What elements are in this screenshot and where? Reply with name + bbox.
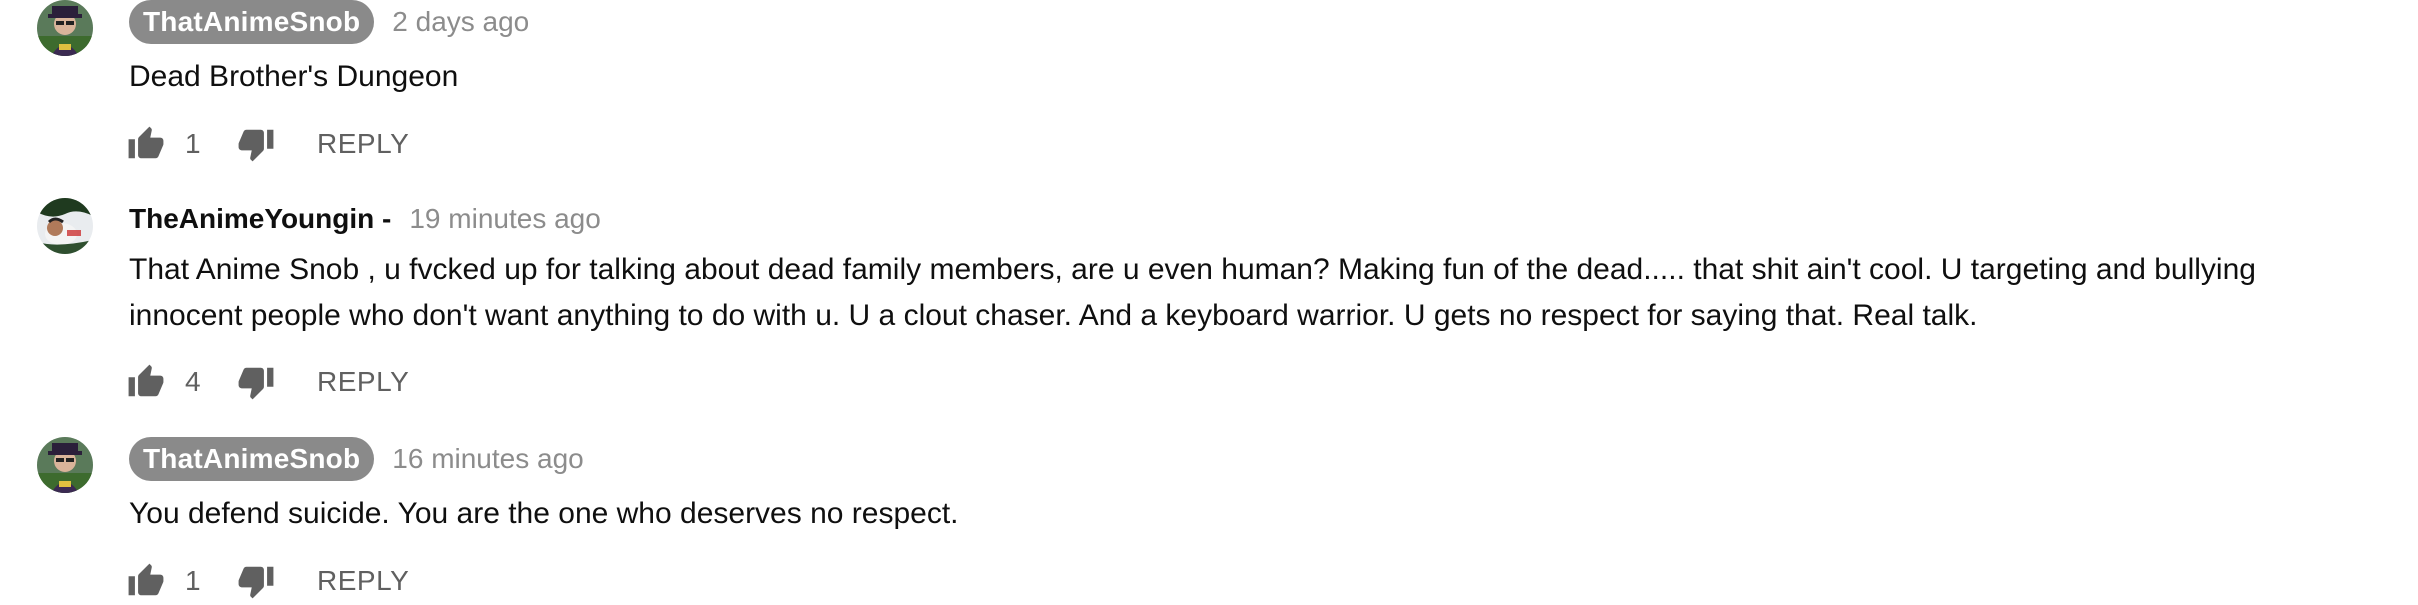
comment-text: You defend suicide. You are the one who … bbox=[129, 497, 959, 530]
snob-avatar-icon bbox=[37, 437, 93, 493]
author-name[interactable]: TheAnimeYoungin - bbox=[129, 197, 391, 241]
avatar[interactable] bbox=[37, 198, 93, 254]
comment-header: TheAnimeYoungin - 19 minutes ago bbox=[129, 197, 601, 241]
comment-text: That Anime Snob , u fvcked up for talkin… bbox=[129, 253, 2256, 332]
comment-header: ThatAnimeSnob 2 days ago bbox=[129, 0, 529, 44]
reply-button[interactable]: REPLY bbox=[317, 565, 409, 597]
comment-text: Dead Brother's Dungeon bbox=[129, 60, 459, 93]
like-count: 4 bbox=[185, 366, 201, 397]
comment-actions: 1 REPLY bbox=[127, 120, 409, 168]
youngin-avatar-icon bbox=[37, 198, 93, 254]
avatar[interactable] bbox=[37, 437, 93, 493]
like-count: 1 bbox=[185, 128, 201, 159]
author-name-badge[interactable]: ThatAnimeSnob bbox=[129, 0, 375, 44]
author-name-badge[interactable]: ThatAnimeSnob bbox=[129, 437, 375, 481]
comment-timestamp[interactable]: 2 days ago bbox=[392, 0, 529, 44]
comment-timestamp[interactable]: 16 minutes ago bbox=[392, 437, 583, 481]
reply-button[interactable]: REPLY bbox=[317, 366, 409, 398]
thumbs-down-icon[interactable] bbox=[237, 125, 275, 163]
comment-timestamp[interactable]: 19 minutes ago bbox=[409, 197, 600, 241]
comment-actions: 4 REPLY bbox=[127, 358, 409, 406]
comment-header: ThatAnimeSnob 16 minutes ago bbox=[129, 437, 584, 481]
thumbs-down-icon[interactable] bbox=[237, 363, 275, 401]
thumbs-down-icon[interactable] bbox=[237, 562, 275, 600]
avatar[interactable] bbox=[37, 0, 93, 56]
thumbs-up-icon[interactable] bbox=[127, 363, 165, 401]
thumbs-up-icon[interactable] bbox=[127, 125, 165, 163]
thumbs-up-icon[interactable] bbox=[127, 562, 165, 600]
like-count: 1 bbox=[185, 565, 201, 596]
reply-button[interactable]: REPLY bbox=[317, 128, 409, 160]
snob-avatar-icon bbox=[37, 0, 93, 56]
